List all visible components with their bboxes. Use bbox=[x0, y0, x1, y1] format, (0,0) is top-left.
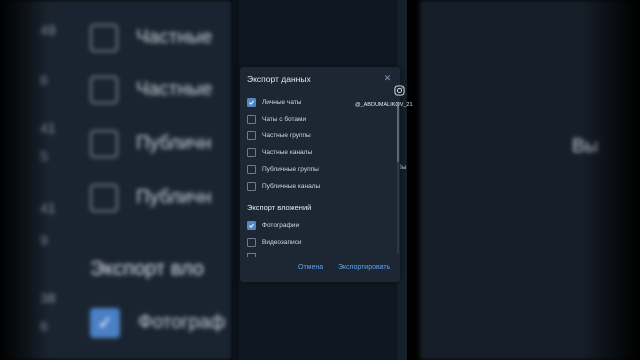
option-private-channels[interactable]: Частные каналы bbox=[247, 147, 312, 157]
bg-option-label: Публичн bbox=[136, 133, 212, 154]
watermark-handle: @_ABDUMALIKOV_21 bbox=[355, 102, 413, 108]
option-label: Частные каналы bbox=[262, 148, 313, 156]
bg-option-label: Фотограф bbox=[138, 312, 226, 333]
option-label: Фотографии bbox=[262, 221, 300, 229]
check-icon bbox=[249, 100, 254, 105]
option-videos[interactable]: Видеозаписи bbox=[247, 237, 302, 247]
checkbox[interactable] bbox=[247, 147, 256, 157]
bg-checkbox bbox=[90, 184, 118, 212]
background-left-zoom: 49 6 41 5 41 9 38 6 Частные Частные Публ… bbox=[0, 0, 232, 360]
checkbox[interactable] bbox=[247, 237, 256, 247]
dialog-scrollbar[interactable] bbox=[397, 102, 399, 254]
checkbox-partially-visible[interactable] bbox=[247, 253, 256, 257]
checkbox[interactable] bbox=[247, 164, 256, 174]
bg-check-icon: ✓ bbox=[90, 308, 120, 338]
chat-list-strip bbox=[232, 0, 239, 360]
instagram-icon bbox=[394, 85, 405, 96]
option-public-channels[interactable]: Публичные каналы bbox=[247, 181, 320, 191]
checkbox[interactable] bbox=[247, 114, 256, 124]
bg-option-label: Частные bbox=[136, 27, 213, 48]
scrollbar-thumb[interactable] bbox=[397, 102, 399, 162]
background-right-zoom: Вы bbox=[420, 0, 640, 360]
bg-option-label: Частные bbox=[136, 79, 213, 100]
export-button[interactable]: Экспортировать bbox=[338, 264, 390, 271]
check-icon bbox=[249, 223, 254, 228]
option-label: Публичные группы bbox=[262, 165, 319, 173]
option-photos[interactable]: Фотографии bbox=[247, 220, 299, 230]
option-public-groups[interactable]: Публичные группы bbox=[247, 164, 319, 174]
option-label: Видеозаписи bbox=[262, 238, 302, 246]
bg-edge-fade bbox=[580, 0, 640, 360]
bg-option-row: Публичн bbox=[90, 130, 212, 158]
option-label: Публичные каналы bbox=[262, 182, 321, 190]
bg-checkbox bbox=[90, 24, 118, 52]
close-icon[interactable]: ✕ bbox=[383, 74, 392, 83]
bg-option-label: Публичн bbox=[136, 187, 212, 208]
bg-section-heading: Экспорт вло bbox=[90, 258, 204, 280]
export-data-dialog: Экспорт данных ✕ Личные чаты Чаты с бота… bbox=[240, 67, 400, 282]
bg-option-row: Публичн bbox=[90, 184, 212, 212]
attachments-section-title: Экспорт вложений bbox=[247, 203, 312, 212]
bg-option-row: Частные bbox=[90, 76, 212, 104]
option-label: Личные чаты bbox=[262, 98, 302, 106]
option-label: Частные группы bbox=[262, 131, 311, 139]
checkbox-checked[interactable] bbox=[247, 220, 256, 230]
checkbox-checked[interactable] bbox=[247, 97, 256, 107]
option-label: Чаты с ботами bbox=[262, 115, 307, 123]
bg-checkbox bbox=[90, 76, 118, 104]
cancel-button[interactable]: Отмена bbox=[298, 264, 323, 271]
option-personal-chats[interactable]: Личные чаты bbox=[247, 97, 301, 107]
bg-option-row: Частные bbox=[90, 24, 212, 52]
bg-edge-fade bbox=[0, 0, 50, 360]
bg-checkbox bbox=[90, 130, 118, 158]
checkbox[interactable] bbox=[247, 130, 256, 140]
option-private-groups[interactable]: Частные группы bbox=[247, 130, 311, 140]
checkbox[interactable] bbox=[247, 181, 256, 191]
bg-option-row: ✓ Фотограф bbox=[90, 308, 225, 338]
option-bot-chats[interactable]: Чаты с ботами bbox=[247, 114, 306, 124]
dialog-title: Экспорт данных bbox=[247, 74, 311, 84]
